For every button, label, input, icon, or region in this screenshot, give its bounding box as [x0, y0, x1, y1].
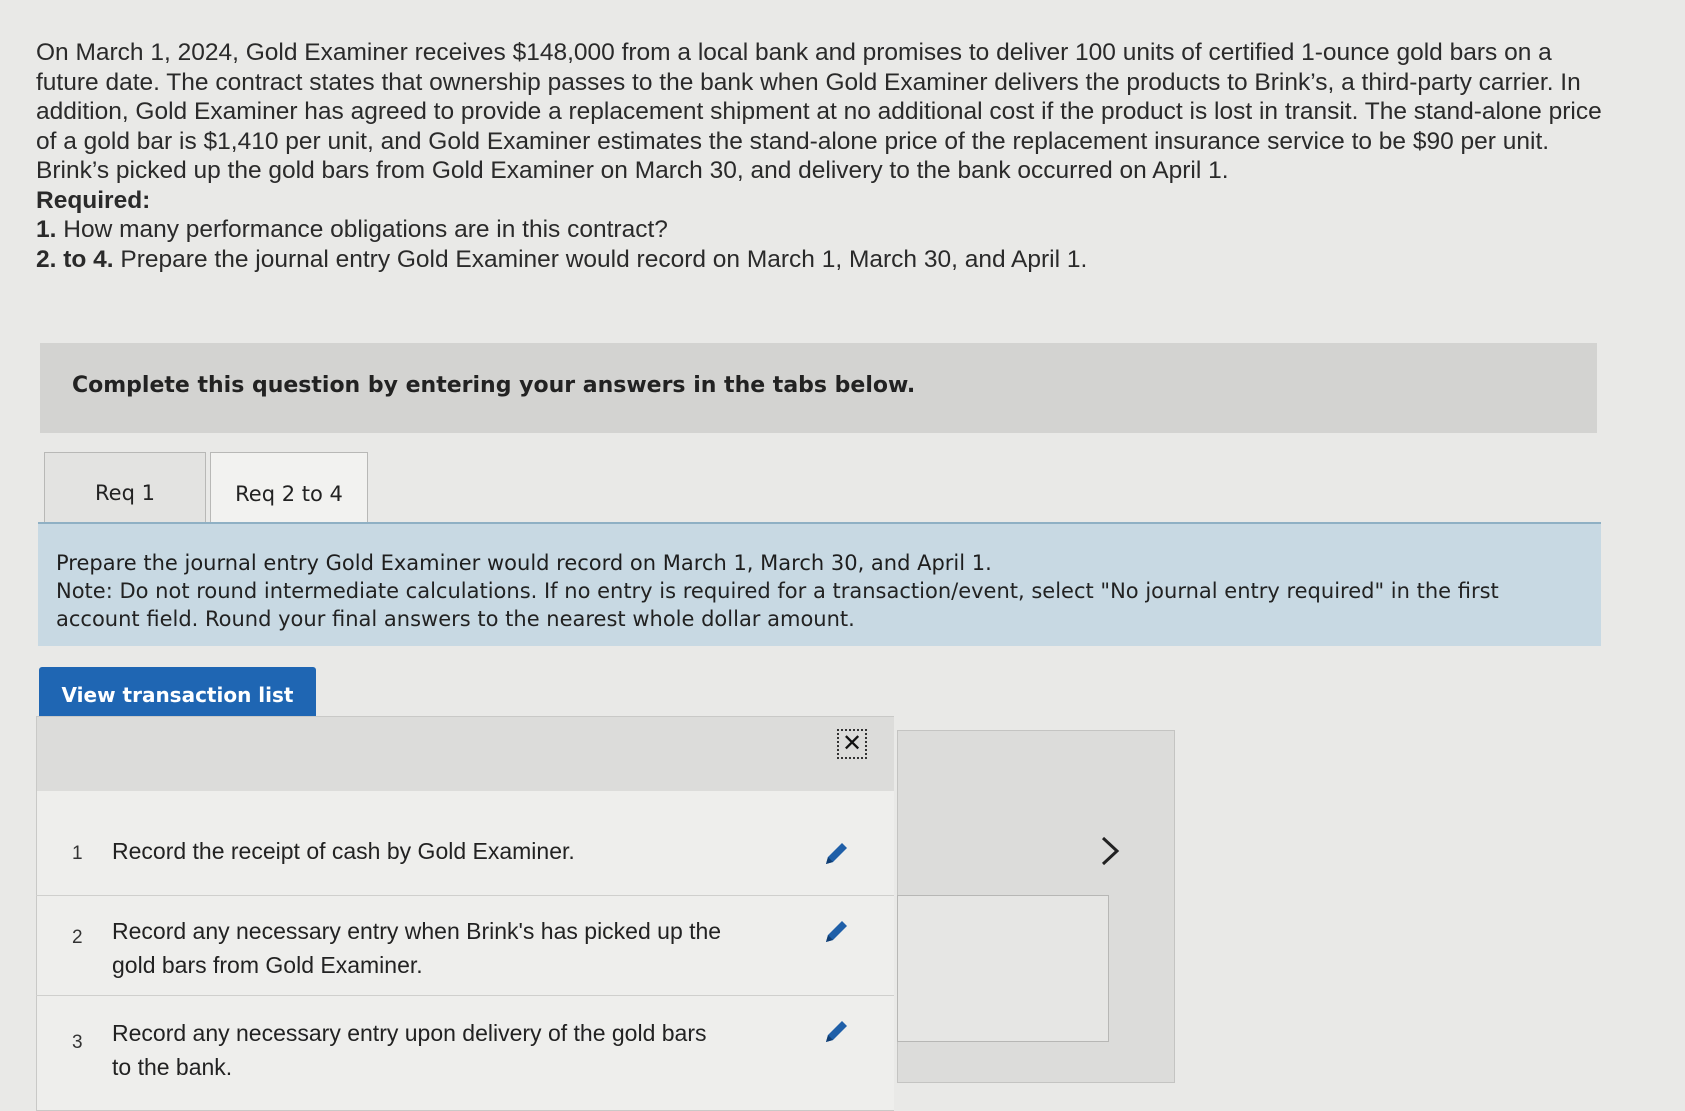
banner-text: Complete this question by entering your …	[72, 373, 916, 398]
chevron-right-icon[interactable]	[1098, 833, 1122, 869]
requirement-1: 1. How many performance obligations are …	[36, 215, 1616, 245]
requirement-2-4: 2. to 4. Prepare the journal entry Gold …	[36, 245, 1616, 275]
requirement-2-4-number: 2. to 4.	[36, 245, 114, 273]
question-text: On March 1, 2024, Gold Examiner receives…	[36, 38, 1616, 274]
transaction-number: 2	[72, 927, 83, 948]
transaction-list-header: ✕	[37, 717, 894, 791]
required-heading: Required:	[36, 186, 151, 214]
requirement-1-number: 1.	[36, 216, 57, 243]
requirement-2-4-text: Prepare the journal entry Gold Examiner …	[113, 245, 1088, 273]
transaction-row[interactable]: 1 Record the receipt of cash by Gold Exa…	[36, 810, 894, 896]
question-intro: On March 1, 2024, Gold Examiner receives…	[36, 39, 1602, 184]
tab-instructions: Prepare the journal entry Gold Examiner …	[38, 522, 1601, 646]
pencil-edit-icon[interactable]	[822, 1016, 852, 1046]
tab-req-1[interactable]: Req 1	[44, 452, 206, 532]
transaction-description: Record the receipt of cash by Gold Exami…	[112, 838, 575, 864]
transaction-row[interactable]: 3 Record any necessary entry upon delive…	[36, 996, 894, 1111]
instructions-note: Note: Do not round intermediate calculat…	[56, 579, 1499, 631]
view-transaction-list-button[interactable]: View transaction list	[39, 667, 316, 722]
pencil-edit-icon[interactable]	[822, 838, 852, 868]
transaction-number: 3	[72, 1032, 83, 1053]
transaction-description: Record any necessary entry upon delivery…	[112, 1020, 707, 1080]
transaction-description: Record any necessary entry when Brink's …	[112, 918, 722, 978]
requirement-1-text: How many performance obligations are in …	[56, 216, 668, 243]
close-icon[interactable]: ✕	[837, 729, 867, 759]
instructions-main: Prepare the journal entry Gold Examiner …	[56, 551, 992, 575]
journal-entry-box	[897, 895, 1109, 1042]
transaction-number: 1	[72, 843, 83, 864]
transaction-row[interactable]: 2 Record any necessary entry when Brink'…	[36, 896, 894, 996]
pencil-edit-icon[interactable]	[822, 916, 852, 946]
instructions-banner: Complete this question by entering your …	[40, 343, 1597, 433]
